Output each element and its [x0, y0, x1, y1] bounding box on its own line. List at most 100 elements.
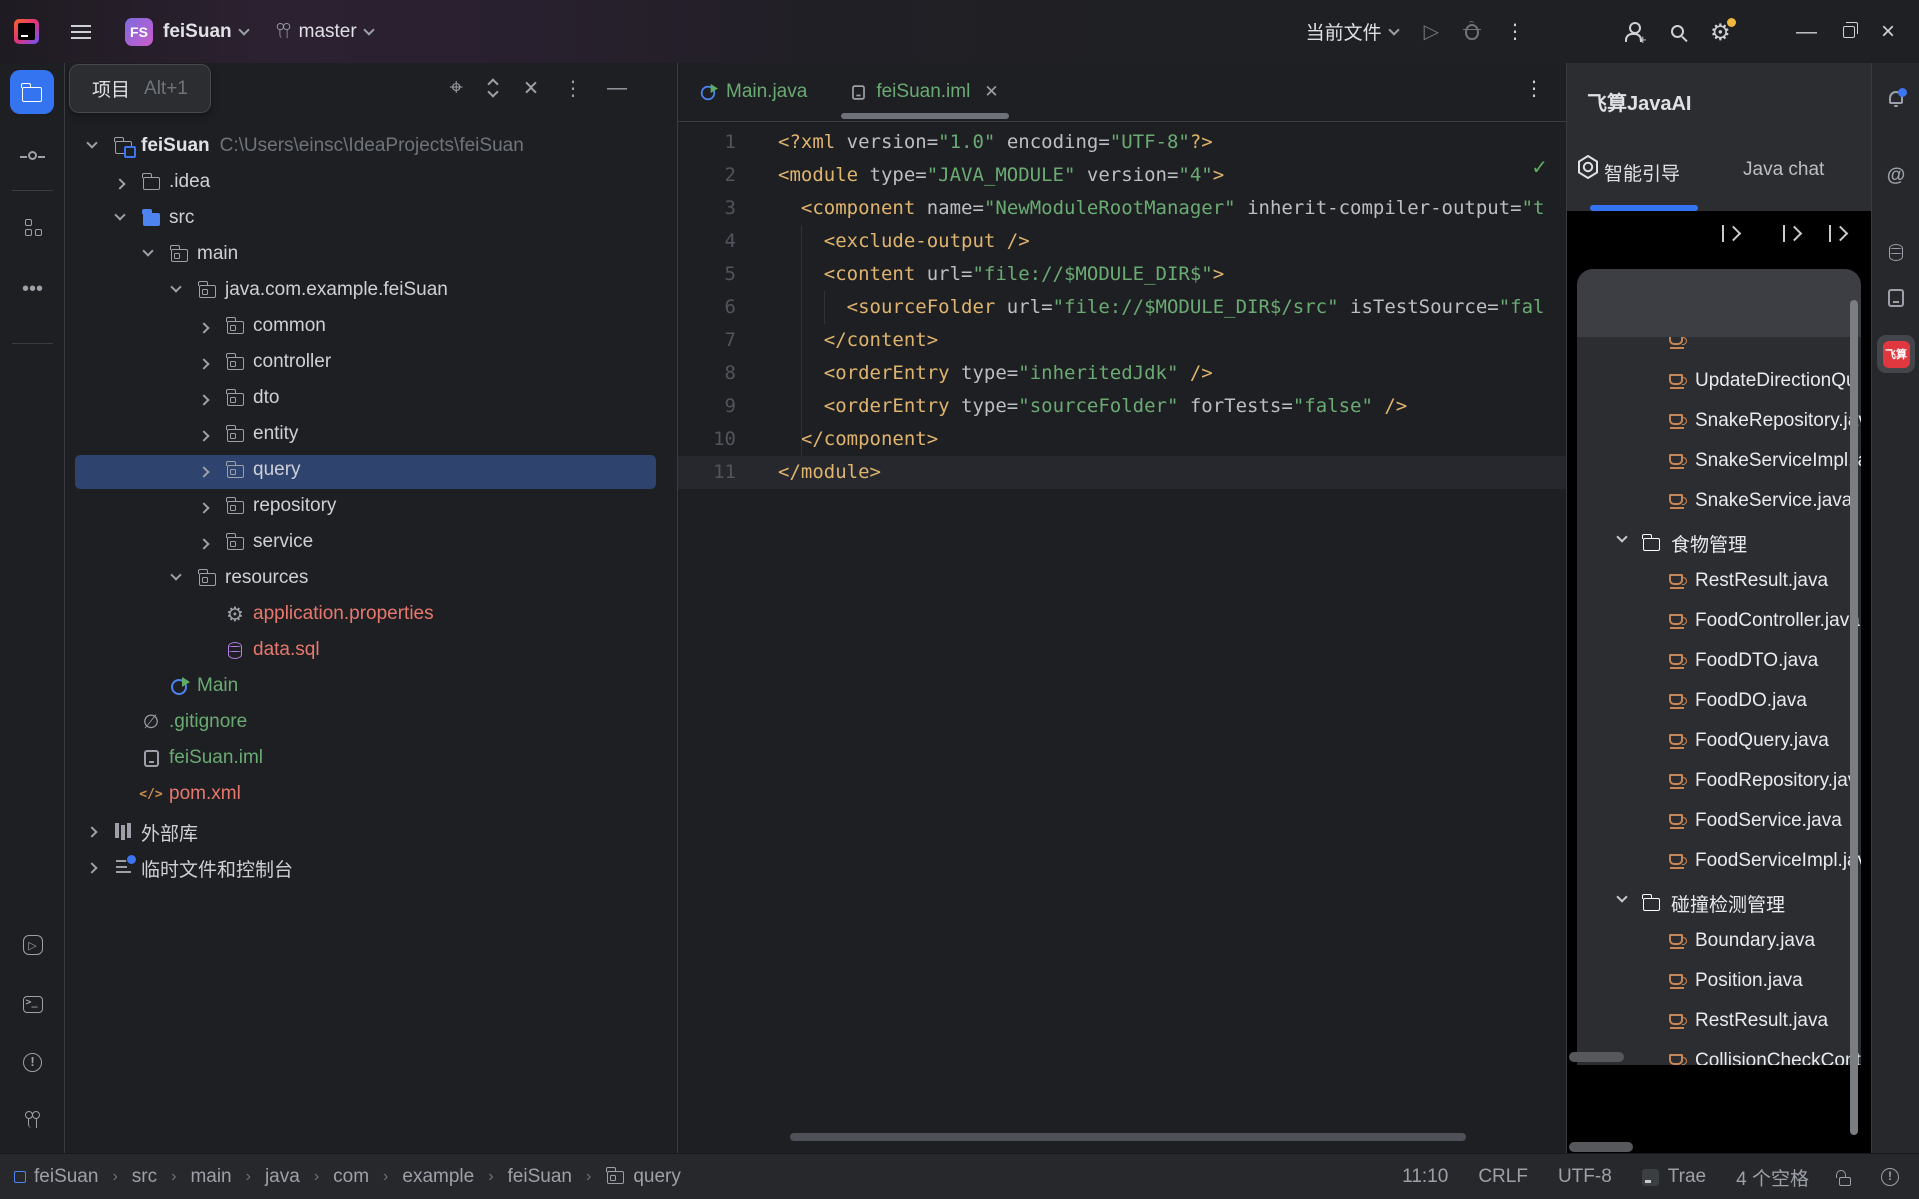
tab-main-java[interactable]: Main.java	[678, 63, 829, 122]
commit-tool-window-button[interactable]	[0, 151, 65, 160]
breadcrumb-item-java[interactable]: java	[265, 1166, 300, 1188]
expand-all-icon[interactable]	[487, 79, 501, 97]
tab-java-chat[interactable]: Java chat	[1743, 159, 1824, 181]
status-item-UTF-8[interactable]: UTF-8	[1558, 1166, 1612, 1188]
panel-options-icon[interactable]: ⋮	[563, 76, 583, 101]
tree-item-feiSuan[interactable]: feiSuanC:\Users\einsc\IdeaProjects\feiSu…	[65, 130, 678, 166]
ai-file-Position.java[interactable]: Position.java	[1577, 962, 1861, 1002]
status-item-CRLF[interactable]: CRLF	[1478, 1166, 1528, 1188]
ai-file-FoodDTO.java[interactable]: FoodDTO.java	[1577, 642, 1861, 682]
tree-item-dto[interactable]: dto	[65, 382, 678, 418]
ai-file-FoodDO.java[interactable]: FoodDO.java	[1577, 682, 1861, 722]
tree-item-java.com.example.feiSuan[interactable]: java.com.example.feiSuan	[65, 274, 678, 310]
locate-file-icon[interactable]: ⌖	[449, 76, 463, 100]
tree-item-.gitignore[interactable]: ∅.gitignore	[65, 706, 678, 742]
breadcrumb-item-com[interactable]: com	[333, 1166, 369, 1188]
project-tool-window-button[interactable]	[10, 70, 54, 114]
problems-tool-window-button[interactable]: !	[0, 1053, 65, 1072]
breadcrumb-item-feiSuan[interactable]: feiSuan	[508, 1166, 572, 1188]
run-configuration-selector[interactable]: 当前文件	[1306, 18, 1398, 45]
ai-file-FoodQuery.java[interactable]: FoodQuery.java	[1577, 722, 1861, 762]
step-forward-icon[interactable]	[1783, 225, 1798, 242]
tab-smart-guide[interactable]: 智能引导	[1604, 159, 1680, 186]
settings-gear-icon[interactable]: ⚙	[1710, 19, 1734, 45]
ai-file-SnakeRepository.jav[interactable]: SnakeRepository.jav	[1577, 402, 1861, 442]
code-line-8[interactable]: 8 <orderEntry type="inheritedJdk" />	[678, 357, 1566, 390]
ai-horizontal-scrollbar[interactable]	[1569, 1052, 1624, 1062]
chevron-down-icon[interactable]	[1616, 891, 1627, 902]
code-line-9[interactable]: 9 <orderEntry type="sourceFolder" forTes…	[678, 390, 1566, 423]
tree-item-service[interactable]: service	[65, 526, 678, 562]
ai-file-Boundary.java[interactable]: Boundary.java	[1577, 922, 1861, 962]
code-line-5[interactable]: 5 <content url="file://$MODULE_DIR$">	[678, 258, 1566, 291]
tree-item-controller[interactable]: controller	[65, 346, 678, 382]
tree-item-common[interactable]: common	[65, 310, 678, 346]
console-tool-window-button[interactable]	[1872, 289, 1919, 307]
editor-options-icon[interactable]: ⋮	[1524, 79, 1544, 99]
code-line-4[interactable]: 4 <exclude-output />	[678, 225, 1566, 258]
tree-item-repository[interactable]: repository	[65, 490, 678, 526]
more-actions-icon[interactable]: ⋮	[1505, 22, 1525, 42]
ai-vertical-scrollbar[interactable]	[1850, 300, 1858, 1135]
window-restore-button[interactable]	[1843, 26, 1855, 38]
ai-file-FoodServiceImpl.jav[interactable]: FoodServiceImpl.jav	[1577, 842, 1861, 882]
ai-file-UpdateDirectionQu[interactable]: UpdateDirectionQu	[1577, 362, 1861, 402]
tree-item-src[interactable]: src	[65, 202, 678, 238]
ai-file-FoodRepository.jav[interactable]: FoodRepository.jav	[1577, 762, 1861, 802]
code-line-7[interactable]: 7 </content>	[678, 324, 1566, 357]
breadcrumb-item-feiSuan[interactable]: feiSuan	[14, 1166, 98, 1188]
tree-item-data.sql[interactable]: data.sql	[65, 634, 678, 670]
code-line-11[interactable]: 11</module>	[678, 456, 1566, 489]
info-icon[interactable]: !	[1881, 1168, 1899, 1186]
services-tool-window-button[interactable]: ▷	[0, 935, 65, 955]
tree-item-feiSuan.iml[interactable]: feiSuan.iml	[65, 742, 678, 778]
editor-horizontal-scrollbar[interactable]	[790, 1133, 1466, 1141]
project-avatar[interactable]: FS	[125, 18, 153, 46]
status-item-4-个空格[interactable]: 4 个空格	[1736, 1164, 1809, 1191]
ai-file-SnakeServiceImpl.ja[interactable]: SnakeServiceImpl.ja	[1577, 442, 1861, 482]
code-line-6[interactable]: 6 <sourceFolder url="file://$MODULE_DIR$…	[678, 291, 1566, 324]
ai-file-RestResult.java[interactable]: RestResult.java	[1577, 562, 1861, 602]
tree-item-resources[interactable]: resources	[65, 562, 678, 598]
tree-item-.idea[interactable]: .idea	[65, 166, 678, 202]
run-button[interactable]: ▷	[1424, 19, 1439, 44]
search-everywhere-icon[interactable]	[1671, 25, 1684, 38]
breadcrumb-item-main[interactable]: main	[190, 1166, 231, 1188]
main-menu-icon[interactable]	[71, 25, 91, 39]
git-tool-window-button[interactable]	[0, 1111, 65, 1130]
breadcrumb-item-query[interactable]: query	[605, 1166, 681, 1188]
status-item-Trae[interactable]: Trae	[1642, 1166, 1706, 1188]
ai-folder-食物管理[interactable]: 食物管理	[1577, 522, 1861, 562]
code-view[interactable]: 1<?xml version="1.0" encoding="UTF-8"?>2…	[678, 122, 1566, 1153]
tree-item-外部库[interactable]: 外部库	[65, 814, 678, 850]
code-line-2[interactable]: 2<module type="JAVA_MODULE" version="4">	[678, 159, 1566, 192]
tree-item-Main[interactable]: Main	[65, 670, 678, 706]
ai-file-SnakeService.java[interactable]: SnakeService.java	[1577, 482, 1861, 522]
window-close-button[interactable]: ×	[1881, 18, 1895, 46]
debug-button[interactable]	[1465, 24, 1479, 40]
hide-panel-icon[interactable]: —	[607, 77, 627, 100]
step-forward-icon[interactable]	[1722, 225, 1737, 242]
vcs-branch-selector[interactable]: master	[276, 21, 373, 43]
code-line-1[interactable]: 1<?xml version="1.0" encoding="UTF-8"?>	[678, 126, 1566, 159]
terminal-tool-window-button[interactable]	[0, 996, 65, 1013]
collapse-all-icon[interactable]	[525, 79, 539, 97]
more-tool-windows-button[interactable]: •••	[0, 278, 65, 301]
database-tool-window-button[interactable]	[1872, 243, 1919, 261]
ai-file-FoodService.java[interactable]: FoodService.java	[1577, 802, 1861, 842]
breadcrumb-item-example[interactable]: example	[402, 1166, 474, 1188]
code-line-3[interactable]: 3 <component name="NewModuleRootManager"…	[678, 192, 1566, 225]
breadcrumb-item-src[interactable]: src	[132, 1166, 157, 1188]
tree-item-main[interactable]: main	[65, 238, 678, 274]
window-minimize-button[interactable]: —	[1796, 20, 1817, 44]
tree-item-application.properties[interactable]: ⚙application.properties	[65, 598, 678, 634]
tree-item-临时文件和控制台[interactable]: 临时文件和控制台	[65, 850, 678, 886]
ai-file-FoodController.java[interactable]: FoodController.java	[1577, 602, 1861, 642]
project-panel-header[interactable]: 项目 Alt+1	[69, 64, 211, 113]
tab-feisuan-iml[interactable]: feiSuan.iml ✕	[829, 63, 1020, 122]
feisuan-plugin-button[interactable]: 飞算	[1872, 335, 1919, 373]
tree-item-pom.xml[interactable]: </>pom.xml	[65, 778, 678, 814]
project-selector[interactable]: feiSuan	[163, 21, 248, 43]
tree-item-entity[interactable]: entity	[65, 418, 678, 454]
chevron-down-icon[interactable]	[1616, 531, 1627, 542]
